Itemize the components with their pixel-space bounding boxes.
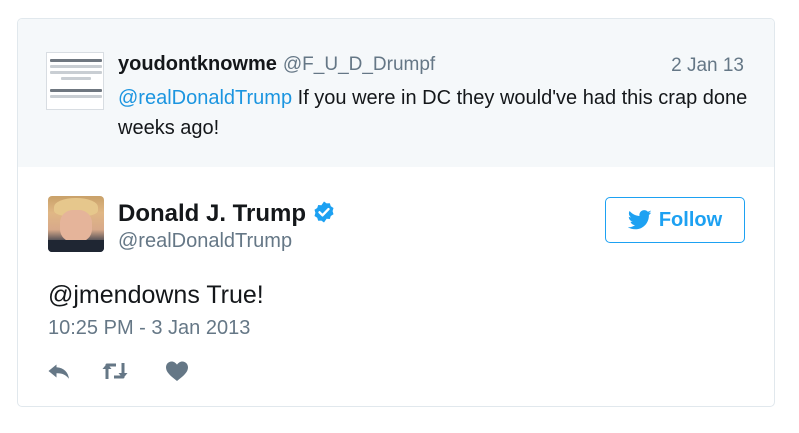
tweet-actions xyxy=(46,359,190,383)
retweet-icon[interactable] xyxy=(100,359,130,383)
follow-button[interactable]: Follow xyxy=(605,197,745,243)
verified-badge-icon xyxy=(314,201,334,223)
parent-avatar[interactable] xyxy=(46,52,104,110)
parent-tweet[interactable]: youdontknowme @F_U_D_Drumpf 2 Jan 13 @rea… xyxy=(18,19,774,167)
parent-mention-link[interactable]: @realDonaldTrump xyxy=(118,87,292,109)
avatar-text-line xyxy=(50,65,102,68)
author-name[interactable]: Donald J. Trump xyxy=(118,200,336,228)
heart-icon[interactable] xyxy=(164,359,190,383)
avatar-suit xyxy=(48,240,104,252)
parent-display-name[interactable]: youdontknowme xyxy=(118,53,277,75)
avatar[interactable] xyxy=(48,196,104,252)
parent-date[interactable]: 2 Jan 13 xyxy=(671,55,744,77)
parent-tweet-text: @realDonaldTrump If you were in DC they … xyxy=(118,83,758,143)
avatar-text-line xyxy=(50,59,102,62)
parent-handle[interactable]: @F_U_D_Drumpf xyxy=(283,54,435,75)
avatar-text-line xyxy=(50,89,102,92)
twitter-bird-icon xyxy=(627,210,652,230)
tweet-text: @jmendowns True! xyxy=(48,281,264,309)
avatar-text-line xyxy=(61,77,91,80)
avatar-text-line xyxy=(50,71,102,74)
follow-label: Follow xyxy=(658,208,723,231)
reply-icon[interactable] xyxy=(46,359,72,383)
author-handle[interactable]: @realDonaldTrump xyxy=(118,230,292,253)
author-display-name[interactable]: Donald J. Trump xyxy=(118,200,306,227)
avatar-text-line xyxy=(50,95,102,98)
embedded-tweet-card: youdontknowme @F_U_D_Drumpf 2 Jan 13 @rea… xyxy=(17,18,775,407)
parent-author[interactable]: youdontknowme @F_U_D_Drumpf xyxy=(118,53,435,76)
avatar-face xyxy=(60,210,92,242)
tweet-timestamp[interactable]: 10:25 PM - 3 Jan 2013 xyxy=(48,317,250,340)
